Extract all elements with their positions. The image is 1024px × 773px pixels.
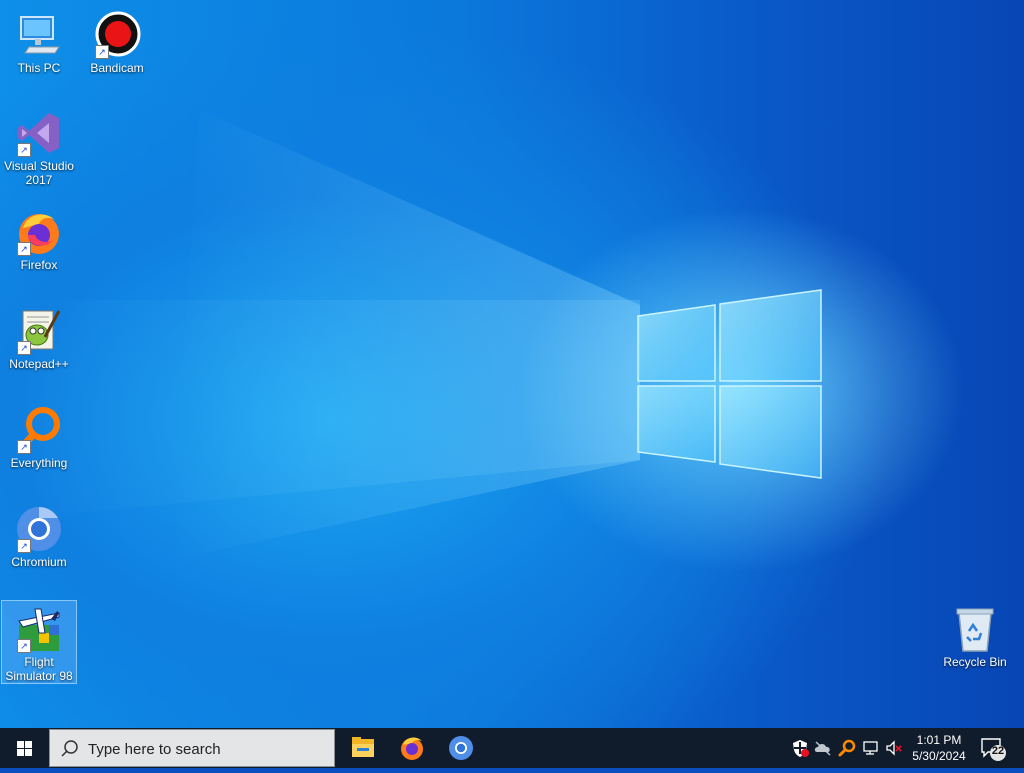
chromium-icon [449, 736, 473, 760]
everything-icon: ↗ [15, 406, 63, 454]
desktop-icon-label: Visual Studio 2017 [4, 159, 74, 187]
firefox-icon: ↗ [15, 208, 63, 256]
network-cloud-icon[interactable] [813, 738, 833, 758]
windows-start-icon [17, 741, 32, 756]
notepad-plus-plus-icon: ↗ [15, 307, 63, 355]
desktop-icon-recycle-bin[interactable]: Recycle Bin [937, 600, 1013, 672]
desktop-icon-bandicam[interactable]: ↗ Bandicam [79, 6, 155, 78]
windows-logo-wallpaper [637, 289, 822, 479]
shortcut-arrow-icon: ↗ [17, 143, 31, 157]
flight-simulator-icon: ↗ [15, 605, 63, 653]
chromium-icon: ↗ [15, 505, 63, 553]
volume-muted-icon[interactable] [884, 738, 904, 758]
recycle-bin-icon [951, 605, 999, 653]
desktop-icon-flight-simulator[interactable]: ↗ Flight Simulator 98 [1, 600, 77, 684]
desktop-icon-visual-studio[interactable]: ↗ Visual Studio 2017 [1, 104, 77, 190]
taskbar-firefox[interactable] [388, 728, 436, 768]
firefox-icon [401, 737, 423, 760]
security-shield-icon[interactable] [790, 738, 810, 758]
taskbar-file-explorer[interactable] [339, 728, 387, 768]
desktop-icon-label: Chromium [11, 555, 67, 569]
everything-search-icon[interactable] [837, 738, 857, 758]
taskbar: Type here to search 1:01 PM 5/30/2024 22 [0, 728, 1024, 768]
search-placeholder: Type here to search [88, 741, 221, 758]
desktop-icon-label: This PC [17, 61, 61, 75]
desktop-icon-everything[interactable]: ↗ Everything [1, 401, 77, 473]
desktop-icon-label: Firefox [20, 258, 58, 272]
desktop[interactable]: This PC ↗ Bandicam ↗ Visual Studio 2017 [0, 0, 1024, 728]
clock-date: 5/30/2024 [912, 749, 966, 763]
file-explorer-icon [352, 737, 374, 757]
shortcut-arrow-icon: ↗ [17, 341, 31, 355]
taskbar-clock[interactable]: 1:01 PM 5/30/2024 [906, 732, 972, 764]
desktop-icon-label: Everything [10, 456, 68, 470]
desktop-icon-label: Bandicam [90, 61, 144, 75]
this-pc-icon [15, 11, 63, 59]
shortcut-arrow-icon: ↗ [17, 539, 31, 553]
taskbar-chromium[interactable] [437, 728, 485, 768]
desktop-icon-firefox[interactable]: ↗ Firefox [1, 203, 77, 275]
desktop-icon-chromium[interactable]: ↗ Chromium [1, 500, 77, 572]
shortcut-arrow-icon: ↗ [95, 45, 109, 59]
desktop-icon-notepad-plus-plus[interactable]: ↗ Notepad++ [1, 302, 77, 374]
taskbar-search-box[interactable]: Type here to search [49, 729, 335, 767]
clock-time: 1:01 PM [916, 733, 962, 747]
desktop-icon-label: Flight Simulator 98 [5, 655, 73, 683]
start-button[interactable] [0, 728, 48, 768]
search-icon [61, 740, 78, 757]
shortcut-arrow-icon: ↗ [17, 440, 31, 454]
shortcut-arrow-icon: ↗ [17, 242, 31, 256]
notification-count: 22 [991, 745, 1005, 757]
visual-studio-icon: ↗ [15, 109, 63, 157]
action-center-button[interactable]: 22 [978, 736, 1008, 762]
network-icon[interactable] [861, 738, 881, 758]
desktop-icon-this-pc[interactable]: This PC [1, 6, 77, 78]
bandicam-icon: ↗ [93, 11, 141, 59]
desktop-icon-label: Recycle Bin [943, 655, 1007, 669]
shortcut-arrow-icon: ↗ [17, 639, 31, 653]
desktop-icon-label: Notepad++ [9, 357, 69, 371]
